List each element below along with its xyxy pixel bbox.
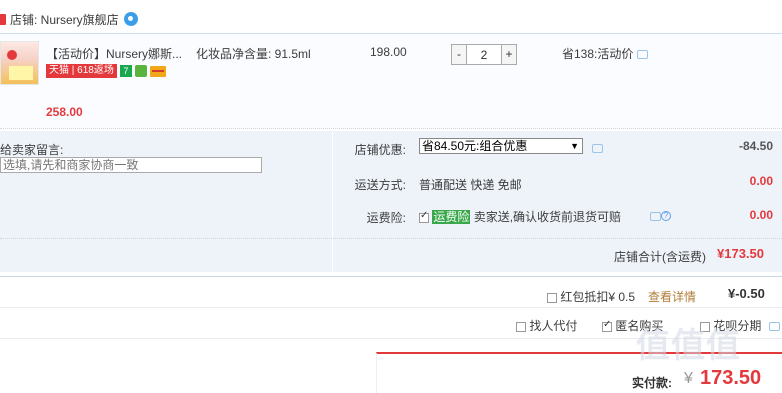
proxy-pay-checkbox[interactable] — [516, 321, 526, 332]
anonymous-purchase-checkbox[interactable] — [602, 319, 612, 332]
shipping-method: 普通配送 快递 免邮 — [419, 178, 522, 192]
divider — [0, 276, 782, 277]
insurance-info: 运费险 卖家送,确认收货前退货可赔 — [419, 208, 621, 225]
dropdown-arrow-icon: ▼ — [570, 141, 579, 151]
red-packet-option[interactable]: 红包抵扣¥ 0.5 — [547, 288, 635, 305]
proxy-pay-label: 找人代付 — [529, 319, 578, 333]
shipping-amount: 0.00 — [749, 174, 773, 188]
divider — [332, 131, 333, 272]
item-subtotal: 258.00 — [46, 105, 83, 119]
promotion-text: 省138:活动价 — [562, 47, 634, 61]
red-packet-label: 红包抵扣¥ 0.5 — [560, 290, 636, 304]
payment-label: 实付款: — [632, 376, 672, 390]
red-packet-checkbox[interactable] — [547, 292, 557, 303]
unit-price: 198.00 — [370, 45, 407, 59]
watermark: 值值值 — [636, 327, 741, 365]
quantity-decrease-button[interactable]: - — [451, 44, 467, 65]
shop-discount-select[interactable]: 省84.50元:组合优惠 ▼ — [419, 138, 583, 154]
quantity-stepper: - + — [451, 44, 517, 65]
comment-icon[interactable] — [650, 212, 661, 221]
red-packet-amount: ¥-0.50 — [728, 286, 765, 301]
shop-discount-label: 店铺优惠: — [354, 143, 406, 157]
product-thumbnail[interactable] — [0, 41, 39, 85]
shop-name[interactable]: 店铺: Nursery旗舰店 — [10, 11, 119, 28]
shop-total-label: 店铺合计(含运费) — [614, 250, 706, 264]
comment-icon[interactable] — [768, 322, 780, 332]
tmall-618-badge: 天猫 | 618返场 — [46, 64, 117, 78]
help-icon[interactable]: ? — [661, 211, 671, 221]
insurance-text: 卖家送,确认收货前退货可赔 — [473, 210, 622, 224]
payment-amount: 173.50 — [700, 367, 762, 389]
guarantee-icon — [134, 65, 147, 77]
shop-discount-selected: 省84.50元:组合优惠 — [422, 139, 528, 153]
proxy-pay-option[interactable]: 找人代付 — [516, 317, 577, 334]
shop-discount-amount: -84.50 — [738, 139, 773, 153]
comment-icon[interactable] — [592, 144, 603, 153]
currency-symbol: ¥ — [684, 370, 693, 387]
chat-icon[interactable] — [123, 12, 138, 26]
promotion-info: 省138:活动价 — [562, 45, 649, 62]
quantity-increase-button[interactable]: + — [501, 44, 517, 65]
seven-day-return-icon: 7 — [119, 65, 132, 77]
comment-icon[interactable] — [637, 50, 649, 60]
credit-card-icon — [149, 65, 166, 77]
shipping-label: 运送方式: — [354, 178, 406, 192]
quantity-input[interactable] — [467, 44, 501, 65]
insurance-label: 运费险: — [366, 211, 406, 225]
product-badges: 天猫 | 618返场 7 — [46, 64, 166, 78]
divider — [0, 307, 782, 308]
product-spec: 化妆品净含量: 91.5ml — [196, 47, 311, 61]
product-title[interactable]: 【活动价】Nursery娜斯... — [46, 45, 182, 62]
insurance-highlight: 运费险 — [432, 210, 471, 224]
insurance-amount: 0.00 — [749, 208, 773, 222]
seller-message-label: 给卖家留言: — [0, 143, 64, 157]
shop-icon — [0, 13, 6, 25]
seller-message-input[interactable] — [0, 157, 262, 173]
view-details-link[interactable]: 查看详情 — [648, 288, 696, 305]
shop-total-value: ¥173.50 — [717, 246, 764, 261]
insurance-checkbox — [419, 210, 429, 223]
shop-header: 店铺: Nursery旗舰店 — [0, 8, 138, 30]
divider — [0, 238, 782, 239]
